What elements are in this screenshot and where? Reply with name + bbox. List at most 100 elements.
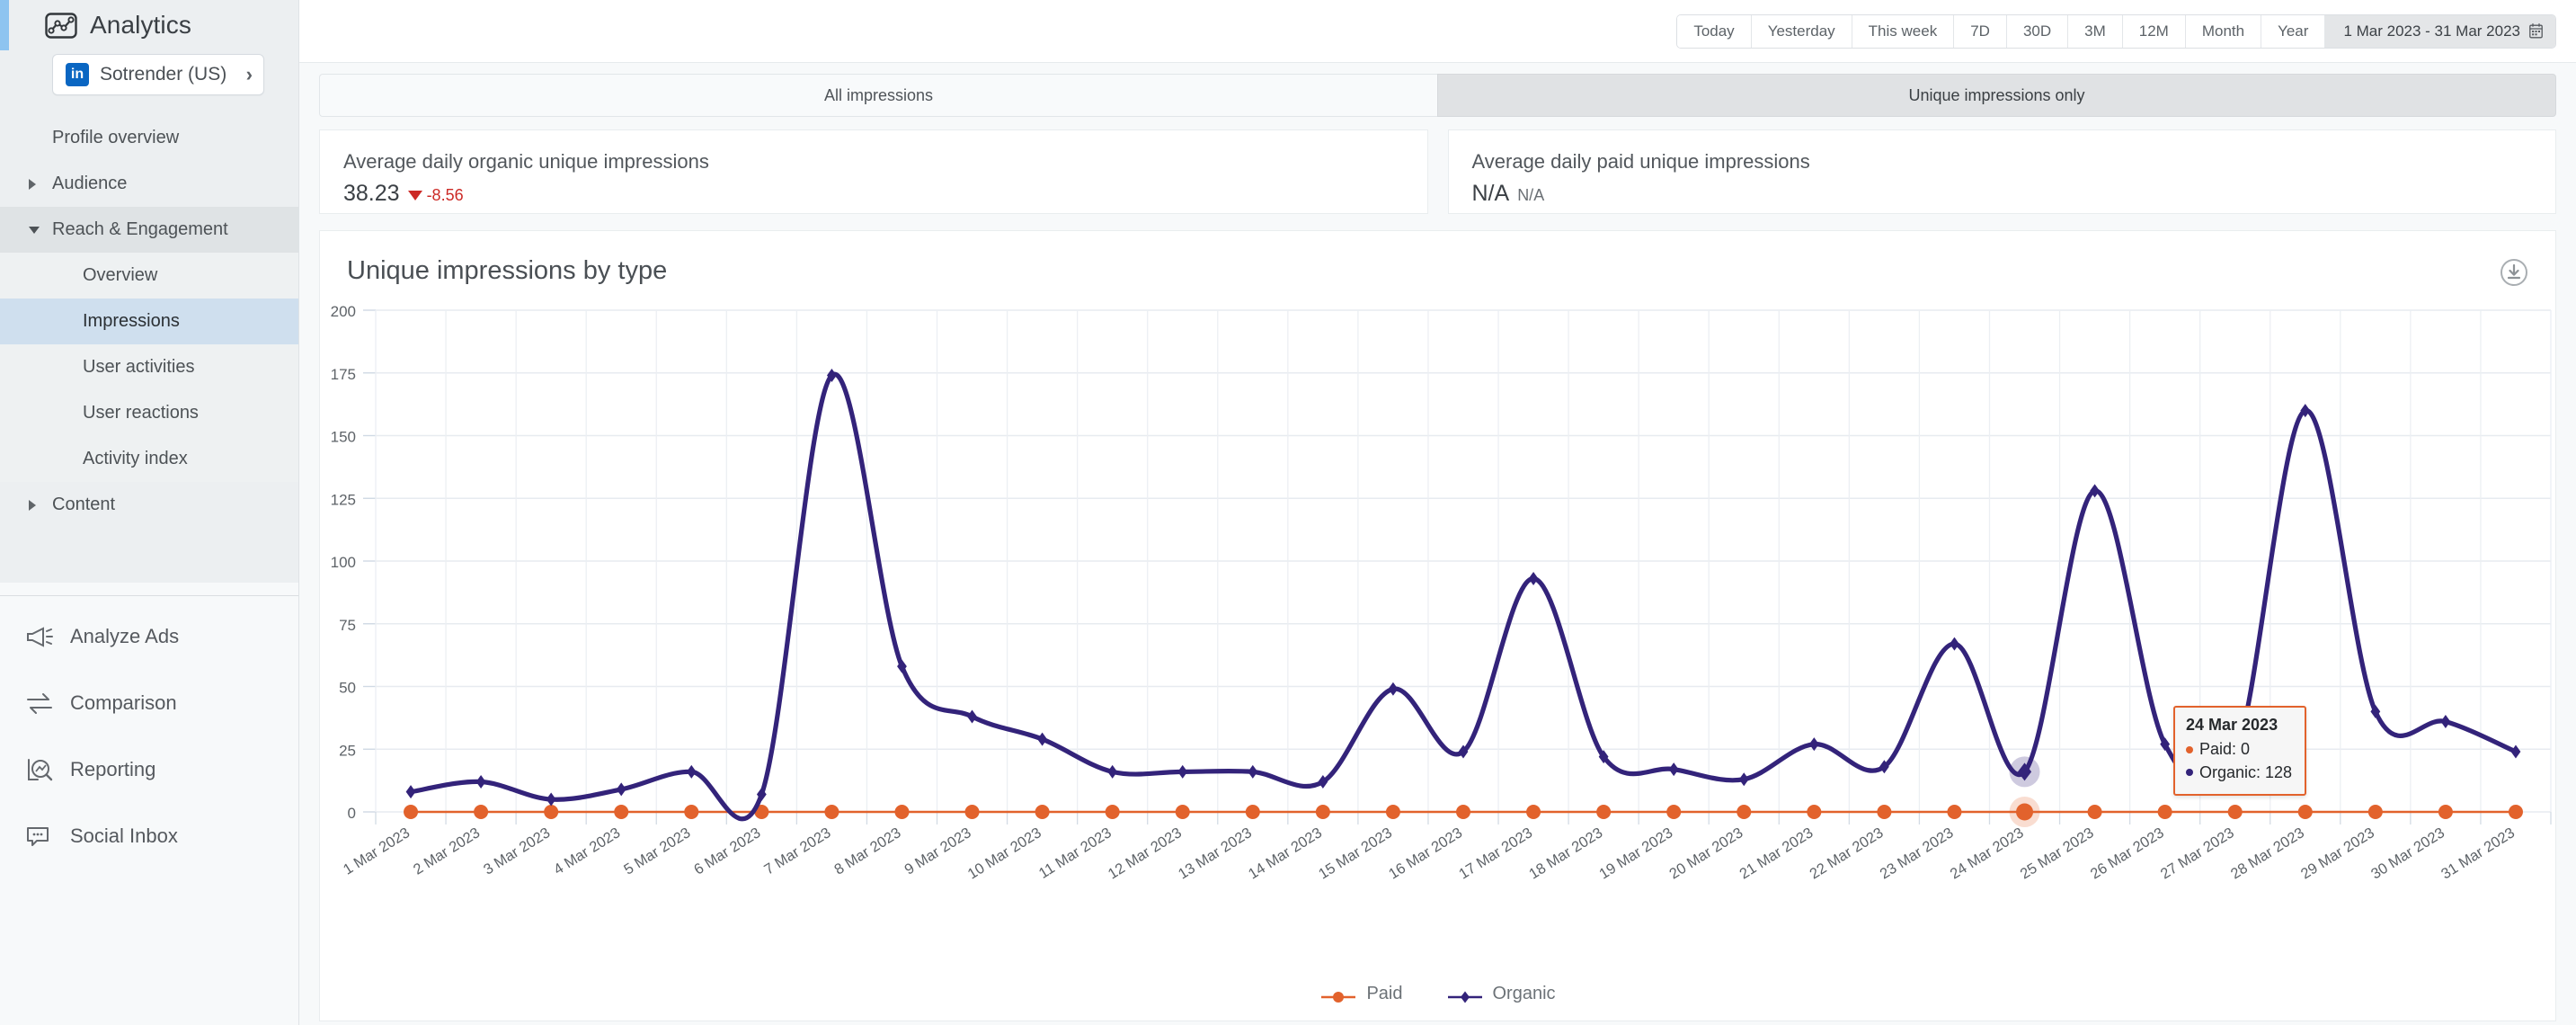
data-point-marker[interactable] [614, 805, 629, 819]
x-axis-tick: 23 Mar 2023 [1877, 824, 1956, 882]
sidebar-item-activity-index[interactable]: Activity index [0, 436, 298, 482]
legend-item-paid[interactable]: Paid [1319, 984, 1403, 1004]
data-point-marker[interactable] [616, 782, 626, 797]
range-7d-button[interactable]: 7D [1954, 14, 2007, 48]
data-point-marker[interactable] [967, 709, 977, 724]
data-point-marker[interactable] [1737, 805, 1752, 819]
data-point-marker[interactable] [474, 805, 489, 819]
data-point-marker[interactable] [2227, 805, 2243, 819]
highlighted-data-point-paid[interactable] [2016, 803, 2034, 821]
range-12m-button[interactable]: 12M [2122, 14, 2186, 48]
data-point-marker[interactable] [2440, 715, 2451, 729]
data-point-marker[interactable] [405, 785, 416, 799]
data-point-marker[interactable] [1950, 637, 1959, 651]
download-circle-icon[interactable] [2500, 258, 2528, 291]
sidebar-item-analyze-ads[interactable]: Analyze Ads [0, 603, 298, 670]
chart-title: Unique impressions by type [347, 256, 668, 285]
data-point-marker[interactable] [1315, 805, 1330, 819]
y-axis-tick: 125 [331, 491, 356, 508]
x-axis-tick: 22 Mar 2023 [1807, 824, 1886, 882]
data-point-marker[interactable] [1668, 762, 1679, 777]
data-point-marker[interactable] [1175, 805, 1190, 819]
range-year-button[interactable]: Year [2261, 14, 2326, 48]
sidebar-item-reach-engagement[interactable]: Reach & Engagement [0, 207, 298, 253]
data-point-marker[interactable] [1456, 805, 1470, 819]
data-point-marker[interactable] [1526, 805, 1541, 819]
date-range-picker[interactable]: 1 Mar 2023 - 31 Mar 2023 [2325, 14, 2555, 48]
data-point-marker[interactable] [1245, 805, 1260, 819]
data-point-marker[interactable] [1738, 772, 1749, 787]
sidebar-subitem-label: Impressions [83, 311, 180, 331]
range-3m-button[interactable]: 3M [2068, 14, 2123, 48]
sidebar-item-label: Reach & Engagement [52, 219, 228, 239]
sidebar-item-overview[interactable]: Overview [0, 253, 298, 299]
data-point-marker[interactable] [2508, 805, 2523, 819]
data-point-marker[interactable] [1388, 682, 1399, 696]
data-point-marker[interactable] [1037, 732, 1048, 746]
kpi-card-paid: Average daily paid unique impressions N/… [1447, 129, 2556, 214]
sidebar-subitem-label: Activity index [83, 449, 188, 468]
data-point-marker[interactable] [1248, 764, 1258, 779]
profile-selector[interactable]: in Sotrender (US) › [52, 54, 264, 95]
organic-legend-marker-icon [1446, 988, 1484, 1003]
range-this-week-button[interactable]: This week [1852, 14, 1955, 48]
data-point-marker[interactable] [2367, 805, 2383, 819]
data-point-marker[interactable] [1105, 805, 1120, 819]
range-today-button[interactable]: Today [1677, 14, 1752, 48]
range-yesterday-button[interactable]: Yesterday [1751, 14, 1852, 48]
impressions-line-chart[interactable]: 0 25 50 75 100 125 150 175 200 1 Mar 20232 Mar 20… [320, 301, 2558, 1021]
data-point-marker[interactable] [684, 805, 699, 819]
sidebar-item-user-reactions[interactable]: User reactions [0, 390, 298, 436]
y-axis-tick: 75 [339, 617, 356, 634]
legend-item-organic[interactable]: Organic [1446, 984, 1556, 1004]
data-point-marker[interactable] [544, 805, 559, 819]
data-point-marker[interactable] [1035, 805, 1050, 819]
data-point-marker[interactable] [2087, 805, 2102, 819]
data-point-marker[interactable] [1385, 805, 1400, 819]
impressions-tabs: All impressions Unique impressions only [299, 63, 2576, 117]
data-point-marker[interactable] [824, 805, 839, 819]
sidebar-item-audience[interactable]: Audience [0, 161, 298, 207]
data-point-marker[interactable] [404, 805, 419, 819]
x-axis-tick: 26 Mar 2023 [2088, 824, 2167, 882]
profile-name: Sotrender (US) [100, 64, 227, 85]
data-point-marker[interactable] [475, 775, 486, 789]
tab-all-impressions[interactable]: All impressions [319, 74, 1437, 117]
data-point-marker[interactable] [2438, 805, 2453, 819]
sidebar-item-user-activities[interactable]: User activities [0, 344, 298, 390]
x-axis-tick: 24 Mar 2023 [1948, 824, 2027, 882]
sidebar-item-impressions[interactable]: Impressions [0, 299, 298, 344]
data-point-marker[interactable] [2297, 805, 2313, 819]
data-point-marker[interactable] [964, 805, 980, 819]
data-point-marker[interactable] [1177, 764, 1188, 779]
data-point-marker[interactable] [1947, 805, 1962, 819]
kpi-cards: Average daily organic unique impressions… [299, 117, 2576, 214]
data-point-marker[interactable] [1807, 805, 1822, 819]
data-point-marker[interactable] [1528, 572, 1539, 586]
compare-arrows-icon [25, 691, 63, 715]
data-point-marker[interactable] [2510, 744, 2521, 759]
legend-label: Paid [1366, 984, 1403, 1003]
calendar-icon [2529, 23, 2543, 39]
tab-unique-impressions-only[interactable]: Unique impressions only [1437, 74, 2556, 117]
x-axis-tick: 4 Mar 2023 [551, 824, 623, 878]
data-point-marker[interactable] [546, 792, 556, 807]
range-30d-button[interactable]: 30D [2006, 14, 2069, 48]
sidebar-item-content[interactable]: Content [0, 482, 298, 528]
data-point-marker[interactable] [1877, 805, 1892, 819]
kpi-value-row: 38.23 -8.56 [343, 181, 1404, 207]
data-point-marker[interactable] [686, 764, 697, 779]
x-axis-tick: 20 Mar 2023 [1666, 824, 1745, 882]
sidebar-item-reporting[interactable]: Reporting [0, 736, 298, 803]
sidebar-item-profile-overview[interactable]: Profile overview [0, 115, 298, 161]
data-point-marker[interactable] [894, 805, 910, 819]
x-axis-tick: 5 Mar 2023 [621, 824, 693, 878]
data-point-marker[interactable] [2157, 805, 2172, 819]
data-point-marker[interactable] [1107, 764, 1118, 779]
data-point-marker[interactable] [1596, 805, 1612, 819]
data-point-marker[interactable] [1666, 805, 1682, 819]
sidebar-item-comparison[interactable]: Comparison [0, 670, 298, 736]
sidebar-item-social-inbox[interactable]: Social Inbox [0, 803, 298, 869]
y-axis-tick: 175 [331, 366, 356, 383]
range-month-button[interactable]: Month [2185, 14, 2262, 48]
